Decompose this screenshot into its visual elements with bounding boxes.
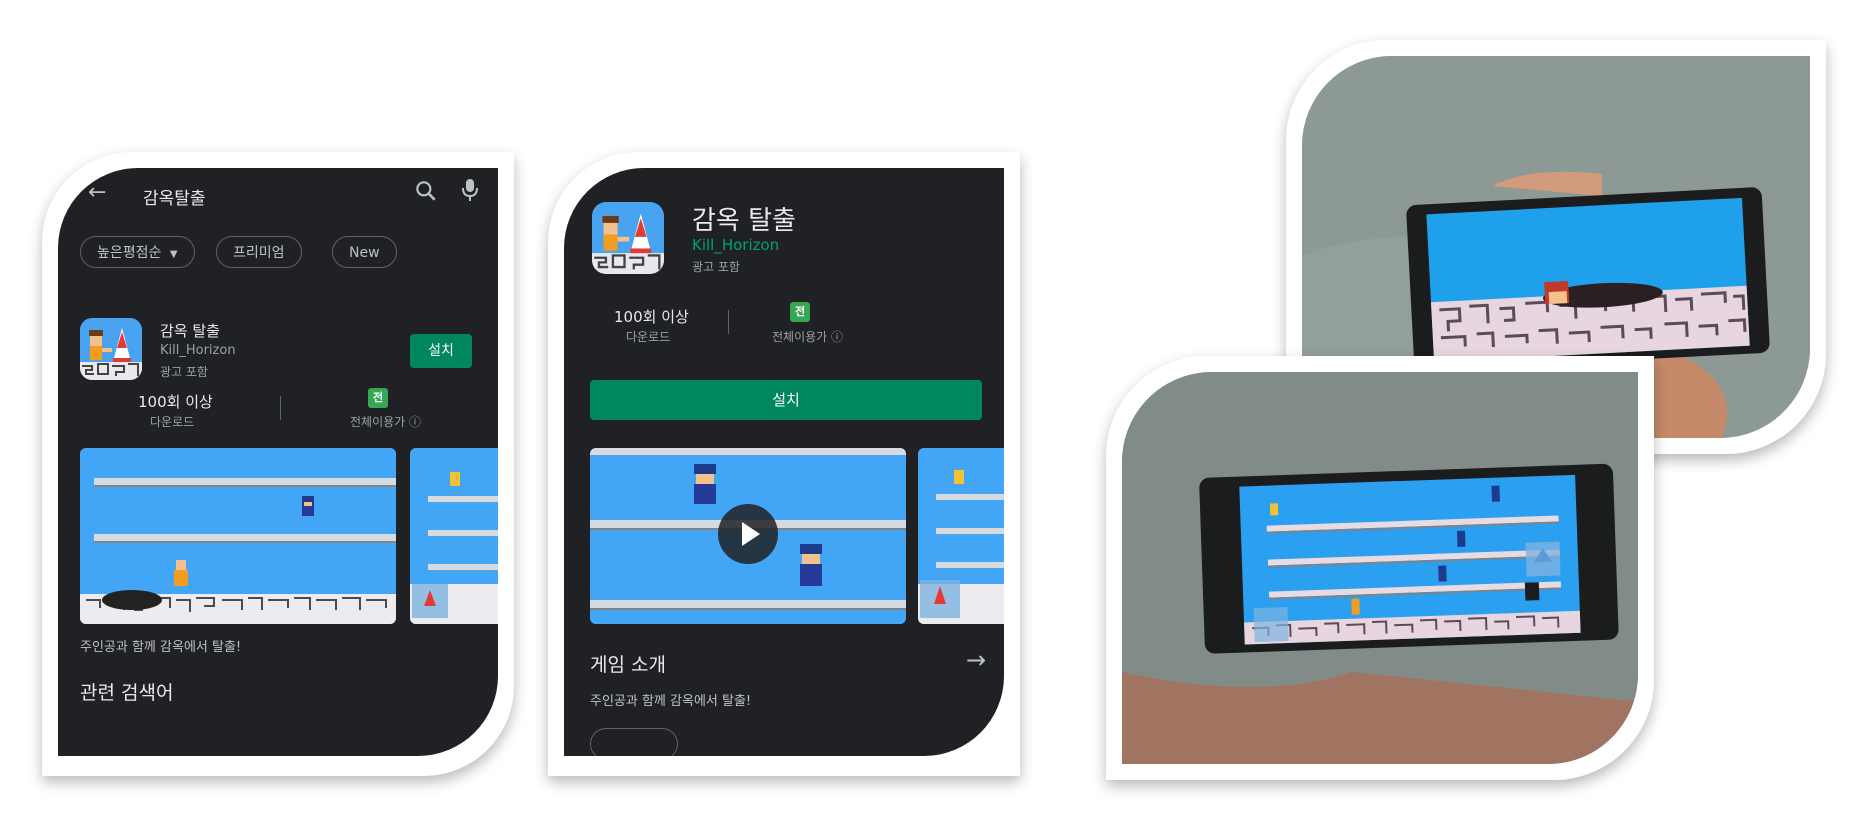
chip-label: 높은평점순 [97, 245, 162, 261]
app-ads-note: 광고 포함 [160, 365, 208, 379]
app-title: 감옥 탈출 [692, 206, 796, 236]
downloads-label: 다운로드 [150, 415, 195, 429]
app-icon-large [592, 202, 664, 274]
chip-premium[interactable]: 프리미엄 [216, 236, 302, 268]
stats-divider [280, 396, 281, 420]
search-top-bar: ← 감옥탈출 [58, 168, 498, 220]
rating-badge-icon: 전 [790, 302, 810, 322]
install-button[interactable]: 설치 [590, 380, 982, 420]
chip-label: 프리미엄 [233, 245, 285, 261]
app-developer-link[interactable]: Kill_Horizon [692, 236, 779, 254]
about-game-heading[interactable]: 게임 소개 [590, 650, 666, 677]
search-icon[interactable] [413, 178, 439, 204]
chevron-down-icon: ▼ [169, 249, 178, 260]
stats-divider [728, 310, 729, 334]
rating-label: 전체이용가 ⓘ [350, 415, 422, 429]
rating-label: 전체이용가 ⓘ [772, 330, 844, 344]
back-arrow-icon[interactable]: ← [88, 180, 106, 205]
info-icon[interactable]: ⓘ [409, 415, 421, 429]
phone-photo-card-bottom [1106, 356, 1654, 780]
app-description: 주인공과 함께 감옥에서 탈출! [590, 694, 752, 709]
downloads-label: 다운로드 [626, 330, 671, 344]
arrow-right-icon[interactable]: → [966, 646, 986, 674]
info-icon[interactable]: ⓘ [831, 330, 843, 344]
downloads-value: 100회 이상 [614, 308, 689, 326]
search-results-screen: ← 감옥탈출 높은평점순 ▼ 프리미엄 New 감옥 탈출 Kill_Horiz… [58, 168, 498, 756]
app-developer: Kill_Horizon [160, 343, 236, 358]
rating-badge-icon: 전 [368, 388, 388, 408]
app-icon[interactable] [80, 318, 142, 380]
screenshot-2[interactable] [918, 448, 1004, 624]
downloads-value: 100회 이상 [138, 393, 213, 411]
app-ads-note: 광고 포함 [692, 260, 740, 274]
chip-new[interactable]: New [332, 236, 397, 268]
phone-photo-bottom [1122, 372, 1638, 764]
screenshot-2[interactable] [410, 448, 498, 624]
related-searches-heading: 관련 검색어 [80, 682, 174, 704]
app-title[interactable]: 감옥 탈출 [160, 320, 220, 341]
app-description: 주인공과 함께 감옥에서 탈출! [80, 640, 242, 655]
category-chip[interactable] [590, 728, 678, 756]
search-results-card: ← 감옥탈출 높은평점순 ▼ 프리미엄 New 감옥 탈출 Kill_Horiz… [42, 152, 514, 776]
search-query[interactable]: 감옥탈출 [143, 184, 206, 209]
screenshot-1[interactable] [80, 448, 396, 624]
chip-label: New [349, 245, 380, 261]
play-icon[interactable] [718, 504, 778, 564]
app-detail-screen: 감옥 탈출 Kill_Horizon 광고 포함 100회 이상 다운로드 전 … [564, 168, 1004, 756]
chip-top-rated[interactable]: 높은평점순 ▼ [80, 236, 195, 268]
mic-icon[interactable] [458, 176, 482, 204]
app-detail-card: 감옥 탈출 Kill_Horizon 광고 포함 100회 이상 다운로드 전 … [548, 152, 1020, 776]
install-button[interactable]: 설치 [410, 334, 472, 368]
